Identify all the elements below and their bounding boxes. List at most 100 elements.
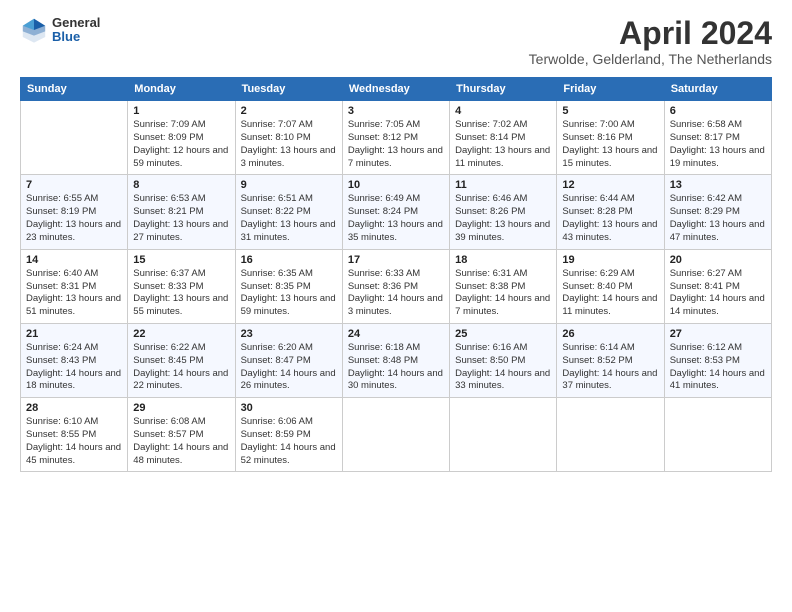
day-info: Sunrise: 7:07 AMSunset: 8:10 PMDaylight:… (241, 119, 337, 170)
calendar-cell: 11 Sunrise: 6:46 AMSunset: 8:26 PMDayligh… (450, 175, 557, 249)
calendar-header-friday: Friday (557, 78, 664, 101)
logo-line1: General (52, 16, 100, 30)
day-number: 18 (455, 254, 551, 266)
calendar-week-3: 21 Sunrise: 6:24 AMSunset: 8:43 PMDayligh… (21, 323, 772, 397)
day-info: Sunrise: 6:24 AMSunset: 8:43 PMDaylight:… (26, 342, 122, 393)
day-info: Sunrise: 6:06 AMSunset: 8:59 PMDaylight:… (241, 416, 337, 467)
calendar-cell: 5Sunrise: 7:00 AMSunset: 8:16 PMDaylight… (557, 101, 664, 175)
calendar-cell: 15Sunrise: 6:37 AMSunset: 8:33 PMDayligh… (128, 249, 235, 323)
calendar-header-thursday: Thursday (450, 78, 557, 101)
day-number: 12 (562, 179, 658, 191)
calendar-cell: 6 Sunrise: 6:58 AMSunset: 8:17 PMDaylight… (664, 101, 771, 175)
calendar-cell (664, 398, 771, 472)
calendar-cell: 7 Sunrise: 6:55 AMSunset: 8:19 PMDaylight… (21, 175, 128, 249)
calendar-cell: 28 Sunrise: 6:10 AMSunset: 8:55 PMDayligh… (21, 398, 128, 472)
day-number: 26 (562, 328, 658, 340)
day-info: Sunrise: 6:14 AMSunset: 8:52 PMDaylight:… (562, 342, 658, 393)
day-number: 24 (348, 328, 444, 340)
header: General Blue April 2024 Terwolde, Gelder… (20, 16, 772, 67)
day-number: 27 (670, 328, 766, 340)
title-block: April 2024 Terwolde, Gelderland, The Net… (529, 16, 772, 67)
day-number: 6 (670, 105, 766, 117)
day-number: 28 (26, 402, 122, 414)
calendar-cell (450, 398, 557, 472)
subtitle: Terwolde, Gelderland, The Netherlands (529, 51, 772, 67)
calendar-cell: 3 Sunrise: 7:05 AMSunset: 8:12 PMDaylight… (342, 101, 449, 175)
calendar-cell: 27 Sunrise: 6:12 AMSunset: 8:53 PMDayligh… (664, 323, 771, 397)
calendar-cell: 14Sunrise: 6:40 AMSunset: 8:31 PMDayligh… (21, 249, 128, 323)
calendar-cell (342, 398, 449, 472)
day-info: Sunrise: 6:51 AMSunset: 8:22 PMDaylight:… (241, 193, 337, 244)
day-info: Sunrise: 6:58 AMSunset: 8:17 PMDaylight:… (670, 119, 766, 170)
day-number: 3 (348, 105, 444, 117)
calendar-cell: 24Sunrise: 6:18 AMSunset: 8:48 PMDayligh… (342, 323, 449, 397)
day-info: Sunrise: 7:02 AMSunset: 8:14 PMDaylight:… (455, 119, 551, 170)
calendar-week-0: 1 Sunrise: 7:09 AMSunset: 8:09 PMDaylight… (21, 101, 772, 175)
calendar-cell: 2 Sunrise: 7:07 AMSunset: 8:10 PMDaylight… (235, 101, 342, 175)
calendar-cell: 4 Sunrise: 7:02 AMSunset: 8:14 PMDaylight… (450, 101, 557, 175)
day-number: 13 (670, 179, 766, 191)
day-number: 20 (670, 254, 766, 266)
day-number: 11 (455, 179, 551, 191)
day-number: 10 (348, 179, 444, 191)
day-info: Sunrise: 6:35 AMSunset: 8:35 PMDaylight:… (241, 268, 337, 319)
calendar-cell: 13 Sunrise: 6:42 AMSunset: 8:29 PMDayligh… (664, 175, 771, 249)
day-number: 22 (133, 328, 229, 340)
day-number: 1 (133, 105, 229, 117)
calendar-cell: 21 Sunrise: 6:24 AMSunset: 8:43 PMDayligh… (21, 323, 128, 397)
day-info: Sunrise: 7:09 AMSunset: 8:09 PMDaylight:… (133, 119, 229, 170)
day-number: 29 (133, 402, 229, 414)
day-info: Sunrise: 6:46 AMSunset: 8:26 PMDaylight:… (455, 193, 551, 244)
day-info: Sunrise: 6:40 AMSunset: 8:31 PMDaylight:… (26, 268, 122, 319)
calendar-cell (557, 398, 664, 472)
day-number: 2 (241, 105, 337, 117)
calendar-cell: 18 Sunrise: 6:31 AMSunset: 8:38 PMDayligh… (450, 249, 557, 323)
logo-line2: Blue (52, 30, 100, 44)
day-info: Sunrise: 6:33 AMSunset: 8:36 PMDaylight:… (348, 268, 444, 319)
day-number: 23 (241, 328, 337, 340)
day-number: 8 (133, 179, 229, 191)
day-number: 25 (455, 328, 551, 340)
day-number: 17 (348, 254, 444, 266)
day-number: 19 (562, 254, 658, 266)
calendar-week-4: 28 Sunrise: 6:10 AMSunset: 8:55 PMDayligh… (21, 398, 772, 472)
calendar-cell: 10 Sunrise: 6:49 AMSunset: 8:24 PMDayligh… (342, 175, 449, 249)
calendar-cell: 19Sunrise: 6:29 AMSunset: 8:40 PMDayligh… (557, 249, 664, 323)
calendar-cell: 1 Sunrise: 7:09 AMSunset: 8:09 PMDaylight… (128, 101, 235, 175)
day-number: 21 (26, 328, 122, 340)
calendar-table: SundayMondayTuesdayWednesdayThursdayFrid… (20, 77, 772, 472)
main-title: April 2024 (529, 16, 772, 51)
logo-icon (20, 16, 48, 44)
day-info: Sunrise: 6:08 AMSunset: 8:57 PMDaylight:… (133, 416, 229, 467)
calendar-cell: 29 Sunrise: 6:08 AMSunset: 8:57 PMDayligh… (128, 398, 235, 472)
day-info: Sunrise: 6:27 AMSunset: 8:41 PMDaylight:… (670, 268, 766, 319)
day-info: Sunrise: 6:37 AMSunset: 8:33 PMDaylight:… (133, 268, 229, 319)
calendar-cell: 9Sunrise: 6:51 AMSunset: 8:22 PMDaylight… (235, 175, 342, 249)
day-info: Sunrise: 6:53 AMSunset: 8:21 PMDaylight:… (133, 193, 229, 244)
calendar-cell: 8 Sunrise: 6:53 AMSunset: 8:21 PMDaylight… (128, 175, 235, 249)
calendar-header-row: SundayMondayTuesdayWednesdayThursdayFrid… (21, 78, 772, 101)
day-info: Sunrise: 6:12 AMSunset: 8:53 PMDaylight:… (670, 342, 766, 393)
day-info: Sunrise: 7:05 AMSunset: 8:12 PMDaylight:… (348, 119, 444, 170)
calendar-cell: 30 Sunrise: 6:06 AMSunset: 8:59 PMDayligh… (235, 398, 342, 472)
day-number: 4 (455, 105, 551, 117)
day-info: Sunrise: 6:22 AMSunset: 8:45 PMDaylight:… (133, 342, 229, 393)
calendar-header-saturday: Saturday (664, 78, 771, 101)
day-info: Sunrise: 6:42 AMSunset: 8:29 PMDaylight:… (670, 193, 766, 244)
calendar-week-2: 14Sunrise: 6:40 AMSunset: 8:31 PMDayligh… (21, 249, 772, 323)
day-info: Sunrise: 6:20 AMSunset: 8:47 PMDaylight:… (241, 342, 337, 393)
calendar-cell: 20 Sunrise: 6:27 AMSunset: 8:41 PMDayligh… (664, 249, 771, 323)
calendar-cell: 26 Sunrise: 6:14 AMSunset: 8:52 PMDayligh… (557, 323, 664, 397)
calendar-week-1: 7 Sunrise: 6:55 AMSunset: 8:19 PMDaylight… (21, 175, 772, 249)
day-number: 7 (26, 179, 122, 191)
day-info: Sunrise: 6:10 AMSunset: 8:55 PMDaylight:… (26, 416, 122, 467)
day-number: 16 (241, 254, 337, 266)
calendar-cell: 12 Sunrise: 6:44 AMSunset: 8:28 PMDayligh… (557, 175, 664, 249)
day-number: 30 (241, 402, 337, 414)
calendar-cell: 25Sunrise: 6:16 AMSunset: 8:50 PMDayligh… (450, 323, 557, 397)
calendar-header-monday: Monday (128, 78, 235, 101)
day-info: Sunrise: 6:44 AMSunset: 8:28 PMDaylight:… (562, 193, 658, 244)
day-info: Sunrise: 6:49 AMSunset: 8:24 PMDaylight:… (348, 193, 444, 244)
day-info: Sunrise: 6:55 AMSunset: 8:19 PMDaylight:… (26, 193, 122, 244)
day-info: Sunrise: 6:31 AMSunset: 8:38 PMDaylight:… (455, 268, 551, 319)
